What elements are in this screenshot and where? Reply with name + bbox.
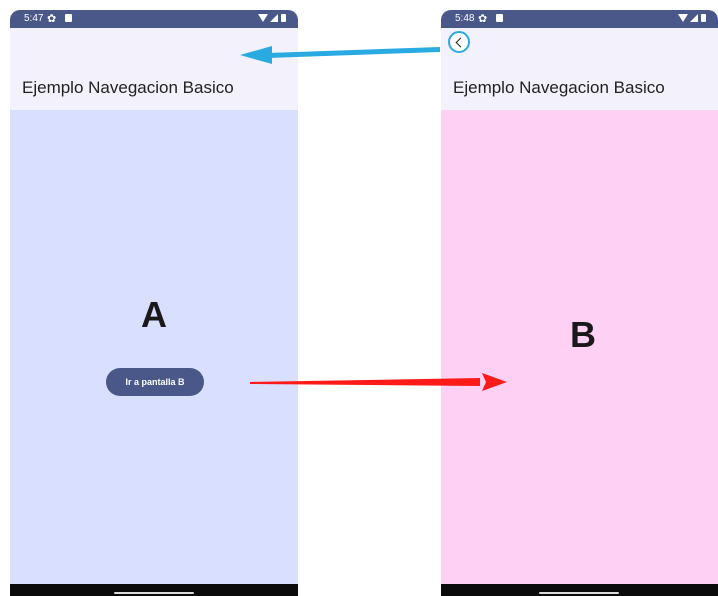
annotation-layer [240, 46, 507, 391]
arrow-left-icon [240, 46, 440, 64]
arrow-right-icon [250, 373, 507, 391]
